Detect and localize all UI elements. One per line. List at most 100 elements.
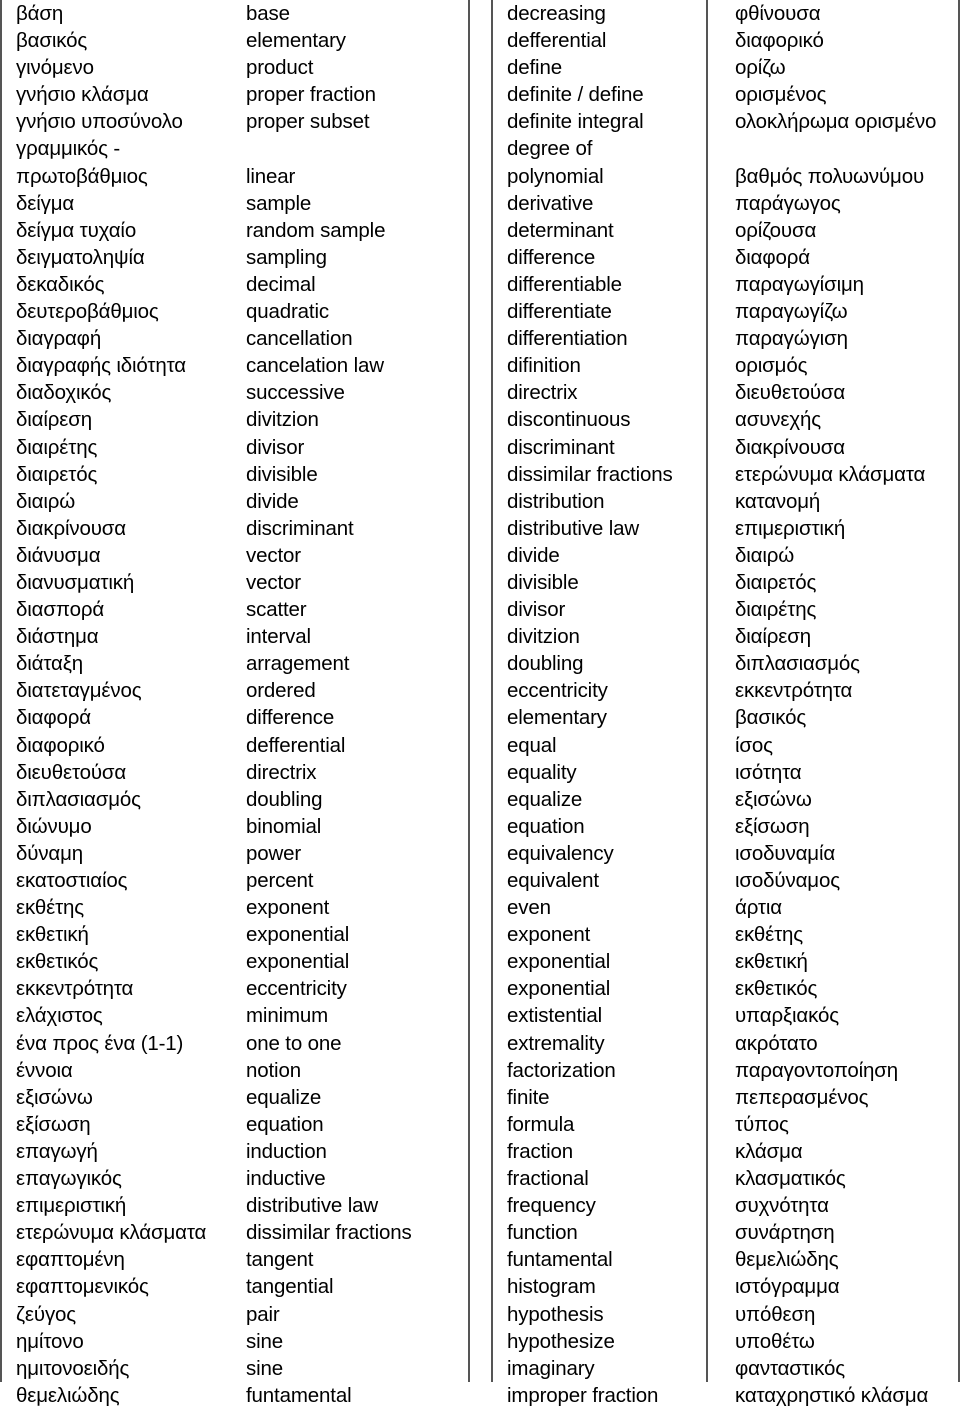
glossary-row: function συνάρτηση [493,1219,960,1246]
glossary-definition: διαφορικό [735,29,824,53]
glossary-row: formula τύπος [493,1111,960,1138]
glossary-row: exponential εκθετική [493,948,960,975]
glossary-table-english-to-greek: decreasing φθίνουσα defferential διαφορικό d… [493,0,960,1409]
glossary-row: διαγραφής ιδιότητα cancelation law [2,352,477,379]
glossary-term: εξίσωση [16,1112,91,1136]
glossary-definition: proper subset [246,110,370,134]
glossary-row: fraction κλάσμα [493,1138,960,1165]
glossary-definition: divisible [246,462,318,486]
glossary-term: extremality [507,1031,605,1055]
glossary-panel-greek-to-english: βάση base βασικός elementary γινόμενο product… [0,0,470,1407]
glossary-definition: διακρίνουσα [735,435,845,459]
glossary-row: extistential υπαρξιακός [493,1002,960,1029]
glossary-row: imaginary φανταστικός [493,1355,960,1382]
glossary-term: fractional [507,1167,589,1191]
glossary-row: equation εξίσωση [493,813,960,840]
glossary-definition: directrix [246,760,317,784]
glossary-definition: φανταστικός [735,1356,845,1380]
glossary-row: exponential εκθετικός [493,975,960,1002]
glossary-term: dissimilar fractions [507,462,673,486]
glossary-definition: διπλασιασμός [735,652,860,676]
glossary-term: εξισώνω [16,1085,93,1109]
glossary-definition: minimum [246,1004,329,1028]
glossary-term: δύναμη [16,841,84,865]
glossary-definition: διαιρέτης [735,598,817,622]
glossary-row: eccentricity εκκεντρότητα [493,677,960,704]
glossary-term: γνήσιο υποσύνολο [16,110,183,134]
glossary-definition: notion [246,1058,301,1082]
glossary-row: ελάχιστος minimum [2,1002,477,1029]
glossary-definition: sampling [246,245,327,269]
glossary-term: επαγωγικός [16,1167,122,1191]
glossary-term: ημιτονοειδής [16,1356,130,1380]
glossary-row: definite integral ολοκλήρωμα ορισμένο [493,108,960,135]
glossary-term: extistential [507,1004,603,1028]
glossary-term: διαιρώ [16,489,76,513]
glossary-row: histogram ιστόγραμμα [493,1273,960,1300]
glossary-term: εφαπτομένη [16,1248,125,1272]
glossary-definition: υπόθεση [735,1302,816,1326]
glossary-row: exponent εκθέτης [493,921,960,948]
glossary-term: doubling [507,652,584,676]
glossary-row: εκθετική exponential [2,921,477,948]
glossary-definition: άρτια [735,896,782,920]
glossary-term: fraction [507,1139,574,1163]
glossary-term: διώνυμο [16,814,92,838]
glossary-row: θεμελιώδης funtamental [2,1382,477,1409]
glossary-row: διάταξη arragement [2,650,477,677]
glossary-term: defferential [507,29,607,53]
glossary-row: elementary βασικός [493,704,960,731]
glossary-definition: exponent [246,896,330,920]
glossary-row: διαίρεση divitzion [2,406,477,433]
glossary-panel-english-to-greek: decreasing φθίνουσα defferential διαφορικό d… [491,0,960,1407]
glossary-definition: ορίζουσα [735,218,817,242]
glossary-definition: funtamental [246,1383,352,1407]
glossary-definition: ορισμένος [735,83,827,107]
glossary-definition: υπαρξιακός [735,1004,839,1028]
glossary-row: determinant ορίζουσα [493,217,960,244]
glossary-row: διαγραφή cancellation [2,325,477,352]
glossary-term: directrix [507,381,578,405]
glossary-row: define ορίζω [493,54,960,81]
glossary-row: δύναμη power [2,840,477,867]
glossary-row: εφαπτομένη tangent [2,1246,477,1273]
glossary-panels: βάση base βασικός elementary γινόμενο product… [0,0,960,1407]
glossary-definition: ετερώνυμα κλάσματα [735,462,926,486]
glossary-definition: cancellation [246,327,353,351]
glossary-row: hypothesis υπόθεση [493,1301,960,1328]
glossary-definition: υποθέτω [735,1329,815,1353]
glossary-term: επαγωγή [16,1139,98,1163]
glossary-term: differentiation [507,327,628,351]
glossary-definition: διαίρεση [735,625,812,649]
glossary-row: ημιτονοειδής sine [2,1355,477,1382]
glossary-term: even [507,896,551,920]
glossary-term: exponential [507,977,611,1001]
glossary-row: difference διαφορά [493,244,960,271]
glossary-definition: random sample [246,218,386,242]
glossary-term: difinition [507,354,581,378]
glossary-definition: one to one [246,1031,342,1055]
glossary-term: divisible [507,570,579,594]
glossary-definition: κλάσμα [735,1139,803,1163]
glossary-row: fractional κλασματικός [493,1165,960,1192]
glossary-definition: εξισώνω [735,787,812,811]
glossary-term: exponent [507,923,591,947]
glossary-term: discriminant [507,435,615,459]
glossary-row: divisible διαιρετός [493,569,960,596]
glossary-definition: quadratic [246,300,329,324]
glossary-definition: ορίζω [735,56,786,80]
glossary-row: equalize εξισώνω [493,786,960,813]
glossary-row: γνήσιο υποσύνολο proper subset [2,108,477,135]
glossary-definition: συχνότητα [735,1194,829,1218]
glossary-term: δεκαδικός [16,272,105,296]
glossary-row: δειγματοληψία sampling [2,244,477,271]
glossary-definition: sine [246,1356,284,1380]
glossary-row: distribution κατανομή [493,488,960,515]
glossary-definition: sample [246,191,312,215]
glossary-definition: ιστόγραμμα [735,1275,840,1299]
glossary-row: εκκεντρότητα eccentricity [2,975,477,1002]
glossary-page: βάση base βασικός elementary γινόμενο product… [0,0,960,1407]
glossary-definition: linear [246,164,296,188]
glossary-term: εκθετικός [16,950,99,974]
glossary-term: διευθετούσα [16,760,127,784]
